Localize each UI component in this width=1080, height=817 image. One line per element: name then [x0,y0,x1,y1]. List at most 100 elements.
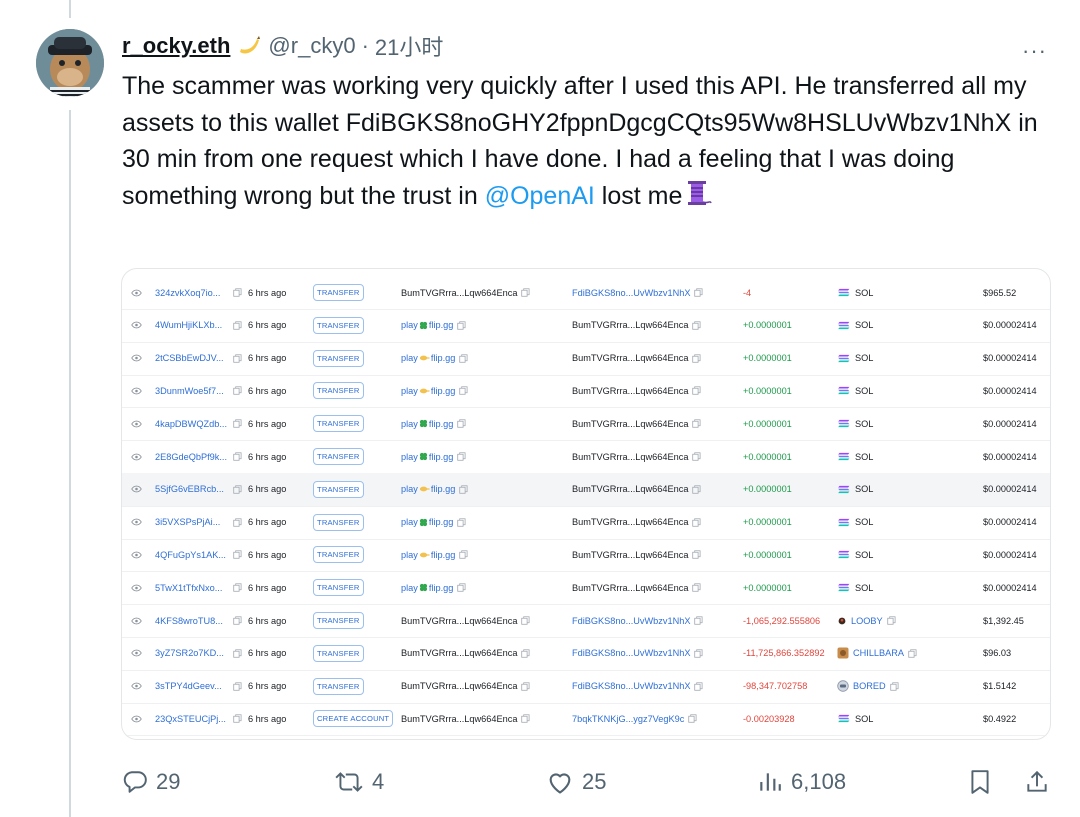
signature-link[interactable]: 5SjfG6vEBRcb... [155,484,224,494]
copy-icon[interactable] [521,681,530,691]
from-address[interactable]: BumTVGRrra...Lqw664Enca [401,681,517,691]
copy-icon[interactable] [694,616,703,625]
from-link[interactable]: play flip.gg [401,353,455,363]
to-address[interactable]: BumTVGRrra...Lqw664Enca [572,550,688,560]
copy-icon[interactable] [233,714,242,724]
copy-icon[interactable] [457,452,466,461]
from-link[interactable]: play flip.gg [401,419,453,429]
table-row[interactable]: 5SjfG6vEBRcb... 6 hrs ago TRANSFER play flip… [122,472,1050,507]
copy-icon[interactable] [521,616,530,625]
signature-link[interactable]: 23QxSTEUCjPj... [155,714,226,724]
copy-icon[interactable] [233,353,242,363]
to-address[interactable]: BumTVGRrra...Lqw664Enca [572,386,688,396]
copy-icon[interactable] [457,321,466,330]
eye-icon[interactable] [130,440,142,473]
copy-icon[interactable] [233,649,242,658]
signature-link[interactable]: 324zvkXoq7io... [155,288,220,298]
to-address[interactable]: 7bqkTKNKjG...ygz7VegK9c [572,714,684,724]
eye-icon[interactable] [130,538,142,571]
signature-link[interactable]: 4kapDBWQZdb... [155,419,227,429]
avatar[interactable] [36,29,104,97]
from-link[interactable]: play flip.gg [401,550,455,560]
copy-icon[interactable] [459,485,468,494]
copy-icon[interactable] [233,321,242,330]
mention-link[interactable]: @OpenAI [485,182,595,210]
token-name[interactable]: CHILLBARA [853,648,904,658]
eye-icon[interactable] [130,506,142,539]
copy-icon[interactable] [692,550,701,560]
signature-link[interactable]: 2E8GdeQbPf9k... [155,452,227,462]
table-row[interactable]: 324zvkXoq7io... 6 hrs ago TRANSFER BumTVGRr… [122,276,1050,310]
eye-icon[interactable] [130,309,142,342]
copy-icon[interactable] [457,583,466,592]
table-row[interactable]: 4kapDBWQZdb... 6 hrs ago TRANSFER play flip.… [122,407,1050,442]
eye-icon[interactable] [130,604,142,637]
token-name[interactable]: BORED [853,681,886,691]
signature-link[interactable]: 5TwX1tTfxNxo... [155,583,222,593]
to-address[interactable]: FdiBGKS8no...UvWbzv1NhX [572,648,690,658]
transactions-screenshot-card[interactable]: 324zvkXoq7io... 6 hrs ago TRANSFER BumTVGRr… [121,268,1051,740]
eye-icon[interactable] [130,276,142,309]
copy-icon[interactable] [890,681,899,691]
table-row[interactable]: 5TwX1tTfxNxo... 6 hrs ago TRANSFER play flip… [122,571,1050,606]
eye-icon[interactable] [130,473,142,506]
copy-icon[interactable] [233,485,242,494]
copy-icon[interactable] [692,583,701,592]
copy-icon[interactable] [692,353,701,363]
table-row[interactable]: 4WumHjiKLXb... 6 hrs ago TRANSFER play flip.… [122,309,1050,343]
eye-icon[interactable] [130,374,142,407]
eye-icon[interactable] [130,342,142,375]
from-link[interactable]: play flip.gg [401,517,453,527]
copy-icon[interactable] [233,681,242,691]
eye-icon[interactable] [130,670,142,703]
reply-button[interactable]: 29 [122,760,180,804]
from-link[interactable]: play flip.gg [401,452,453,462]
table-row[interactable]: 4KFS8wroTU8... 6 hrs ago TRANSFER BumTVGRrr… [122,604,1050,638]
to-address[interactable]: FdiBGKS8no...UvWbzv1NhX [572,616,690,626]
from-link[interactable]: play flip.gg [401,583,453,593]
signature-link[interactable]: 4WumHjiKLXb... [155,320,222,330]
to-address[interactable]: BumTVGRrra...Lqw664Enca [572,353,688,363]
from-address[interactable]: BumTVGRrra...Lqw664Enca [401,714,517,724]
eye-icon[interactable] [130,702,142,735]
copy-icon[interactable] [233,550,242,560]
signature-link[interactable]: 2tCSBbEwDJV... [155,353,224,363]
table-row[interactable]: 4QFuGpYs1AK... 6 hrs ago TRANSFER play flip.… [122,538,1050,573]
copy-icon[interactable] [233,386,242,396]
copy-icon[interactable] [459,550,468,560]
table-row[interactable]: 3i5VXSPsPjAi... 6 hrs ago TRANSFER play flip… [122,506,1050,540]
copy-icon[interactable] [692,386,701,396]
display-name[interactable]: r_ocky.eth [122,33,230,59]
copy-icon[interactable] [692,485,701,494]
signature-link[interactable]: 4KFS8wroTU8... [155,616,223,626]
copy-icon[interactable] [233,616,242,625]
eye-icon[interactable] [130,407,142,440]
copy-icon[interactable] [233,517,242,527]
copy-icon[interactable] [233,452,242,461]
to-address[interactable]: BumTVGRrra...Lqw664Enca [572,419,688,429]
table-row[interactable]: 3sTPY4dGeev... 6 hrs ago TRANSFER BumTVGRrr… [122,670,1050,704]
to-address[interactable]: FdiBGKS8no...UvWbzv1NhX [572,681,690,691]
from-link[interactable]: play flip.gg [401,320,453,330]
table-row[interactable]: 2tCSBbEwDJV... 6 hrs ago TRANSFER play flip.… [122,342,1050,376]
from-address[interactable]: BumTVGRrra...Lqw664Enca [401,616,517,626]
post-time[interactable]: 21小时 [375,30,443,62]
copy-icon[interactable] [521,288,530,297]
table-row[interactable]: 3DunmWoe5f7... 6 hrs ago TRANSFER play flip.… [122,374,1050,409]
to-address[interactable]: BumTVGRrra...Lqw664Enca [572,452,688,462]
table-row[interactable]: 23QxSTEUCjPj... 6 hrs ago CREATE ACCOUNT Bu… [122,702,1050,737]
bookmark-button[interactable] [968,760,992,804]
copy-icon[interactable] [688,714,697,724]
copy-icon[interactable] [457,419,466,428]
more-options-icon[interactable]: ··· [1022,38,1047,64]
repost-button[interactable]: 4 [334,760,384,804]
from-link[interactable]: play flip.gg [401,484,455,494]
copy-icon[interactable] [692,419,701,428]
eye-icon[interactable] [130,571,142,604]
to-address[interactable]: FdiBGKS8no...UvWbzv1NhX [572,288,690,298]
from-address[interactable]: BumTVGRrra...Lqw664Enca [401,288,517,298]
to-address[interactable]: BumTVGRrra...Lqw664Enca [572,517,688,527]
copy-icon[interactable] [692,517,701,527]
to-address[interactable]: BumTVGRrra...Lqw664Enca [572,484,688,494]
copy-icon[interactable] [692,321,701,330]
